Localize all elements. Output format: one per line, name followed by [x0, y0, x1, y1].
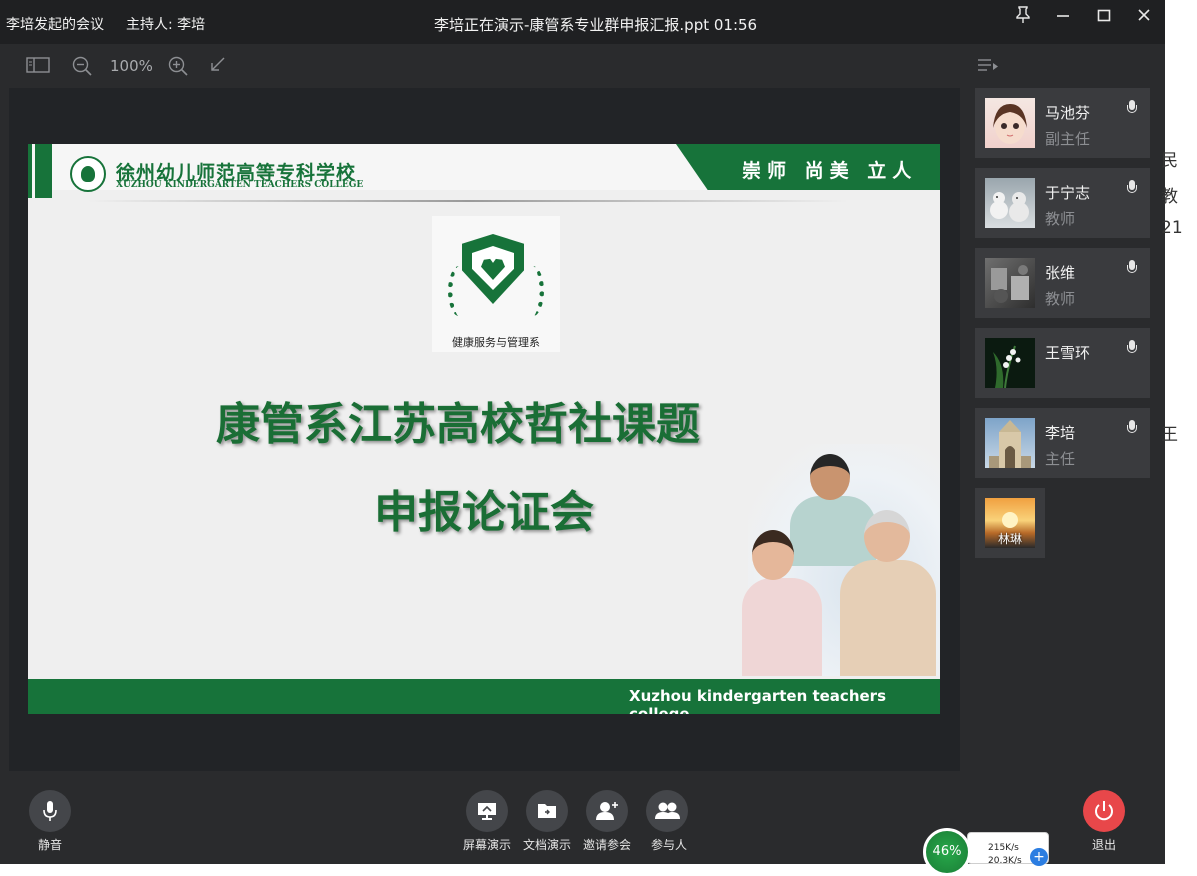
background-window: 民 教 21 王 — [1161, 0, 1197, 864]
collapse-arrow-icon[interactable] — [210, 56, 226, 76]
laurel-right-icon — [522, 266, 544, 316]
footer-college-line2: college — [629, 705, 690, 714]
microphone-icon[interactable] — [1127, 180, 1137, 196]
participant-card[interactable]: 王雪环 — [975, 328, 1150, 398]
background-text: 民 — [1161, 151, 1178, 171]
power-icon — [1083, 801, 1125, 836]
participant-list-toggle-icon[interactable] — [977, 58, 999, 74]
pin-icon[interactable] — [1010, 6, 1036, 28]
add-user-icon — [586, 790, 628, 832]
zoom-out-icon[interactable] — [72, 56, 92, 76]
minimize-icon[interactable] — [1050, 6, 1076, 28]
department-logo: 健康服务与管理系 — [432, 216, 560, 352]
participant-name: 林琳 — [997, 532, 1022, 546]
participant-card[interactable]: 张维 教师 — [975, 248, 1150, 318]
exit-label: 退出 — [1092, 838, 1117, 852]
participant-name: 李培 — [1045, 424, 1076, 442]
slide-accent-bar — [28, 144, 52, 198]
zoom-in-icon[interactable] — [168, 56, 188, 76]
school-logo — [70, 156, 106, 192]
plus-icon[interactable]: + — [1030, 848, 1048, 866]
network-percent-badge: 46% — [923, 828, 971, 876]
participants-label: 参与人 — [651, 838, 688, 852]
microphone-icon[interactable] — [1127, 100, 1137, 116]
participant-role: 教师 — [1045, 210, 1076, 228]
caregiver-photo — [742, 444, 940, 676]
microphone-icon[interactable] — [1127, 420, 1137, 436]
host-label: 主持人: 李培 — [126, 17, 206, 33]
school-motto: 崇师 尚美 立人 — [742, 160, 918, 182]
slide-title-line2: 申报论证会 — [374, 487, 594, 538]
avatar — [985, 338, 1035, 388]
footer-college-line1: Xuzhou kindergarten teachers — [629, 687, 886, 705]
maximize-icon[interactable] — [1091, 6, 1117, 28]
network-speed-widget[interactable]: 215K/s 20.3K/s + 46% — [923, 828, 1049, 876]
folder-icon — [526, 790, 568, 832]
participant-role: 主任 — [1045, 450, 1076, 468]
microphone-icon[interactable] — [1127, 260, 1137, 276]
presentation-stage: 徐州幼儿师范高等专科学校 XUZHOU KINDERGARTEN TEACHER… — [9, 88, 960, 771]
background-text: 王 — [1161, 425, 1178, 445]
screen-share-button[interactable] — [466, 790, 508, 832]
microphone-icon — [29, 790, 71, 832]
slide: 徐州幼儿师范高等专科学校 XUZHOU KINDERGARTEN TEACHER… — [28, 144, 940, 714]
participant-role: 副主任 — [1045, 130, 1091, 148]
viewer-toolbar: 100% — [0, 44, 965, 88]
background-text: 21 — [1161, 218, 1183, 238]
department-name: 健康服务与管理系 — [452, 336, 540, 349]
slide-title-line1: 康管系江苏高校哲社课题 — [216, 399, 700, 450]
invite-button[interactable] — [586, 790, 628, 832]
participant-name: 马池芬 — [1045, 104, 1091, 122]
mute-button[interactable] — [29, 790, 71, 832]
participant-name: 王雪环 — [1045, 344, 1091, 362]
monitor-icon — [466, 790, 508, 832]
invite-label: 邀请参会 — [583, 838, 632, 852]
users-icon — [646, 790, 688, 832]
network-speed-panel: 215K/s 20.3K/s + — [967, 832, 1049, 866]
download-speed: 20.3K/s — [988, 856, 1022, 866]
meeting-window: 李培发起的会议 主持人: 李培 李培正在演示-康管系专业群申报汇报.ppt 01… — [0, 0, 1165, 864]
zoom-level: 100% — [110, 57, 153, 75]
upload-speed: 215K/s — [988, 843, 1019, 853]
avatar — [985, 178, 1035, 228]
participant-card[interactable]: 马池芬 副主任 — [975, 88, 1150, 158]
school-name-en: XUZHOU KINDERGARTEN TEACHERS COLLEGE — [116, 180, 364, 190]
header-divider — [88, 200, 848, 202]
title-bar: 李培发起的会议 主持人: 李培 李培正在演示-康管系专业群申报汇报.ppt 01… — [0, 0, 1165, 44]
participant-card[interactable]: 于宁志 教师 — [975, 168, 1150, 238]
avatar — [985, 98, 1035, 148]
avatar — [985, 258, 1035, 308]
participant-card[interactable]: 林琳 — [975, 488, 1045, 558]
close-icon[interactable] — [1131, 6, 1157, 28]
document-share-button[interactable] — [526, 790, 568, 832]
meeting-title: 李培发起的会议 — [6, 17, 104, 33]
microphone-icon[interactable] — [1127, 340, 1137, 356]
screen-share-label: 屏幕演示 — [463, 838, 512, 852]
exit-button[interactable] — [1083, 790, 1125, 832]
presentation-title: 李培正在演示-康管系专业群申报汇报.ppt 01:56 — [434, 16, 758, 34]
document-share-label: 文档演示 — [523, 838, 572, 852]
participant-name: 于宁志 — [1045, 184, 1091, 202]
avatar — [985, 418, 1035, 468]
participants-button[interactable] — [646, 790, 688, 832]
background-text: 教 — [1161, 187, 1178, 207]
participant-name: 张维 — [1045, 264, 1076, 282]
participant-role: 教师 — [1045, 290, 1076, 308]
sidebar-toggle-icon[interactable] — [26, 56, 50, 76]
participant-card[interactable]: 李培 主任 — [975, 408, 1150, 478]
mute-label: 静音 — [38, 838, 63, 852]
